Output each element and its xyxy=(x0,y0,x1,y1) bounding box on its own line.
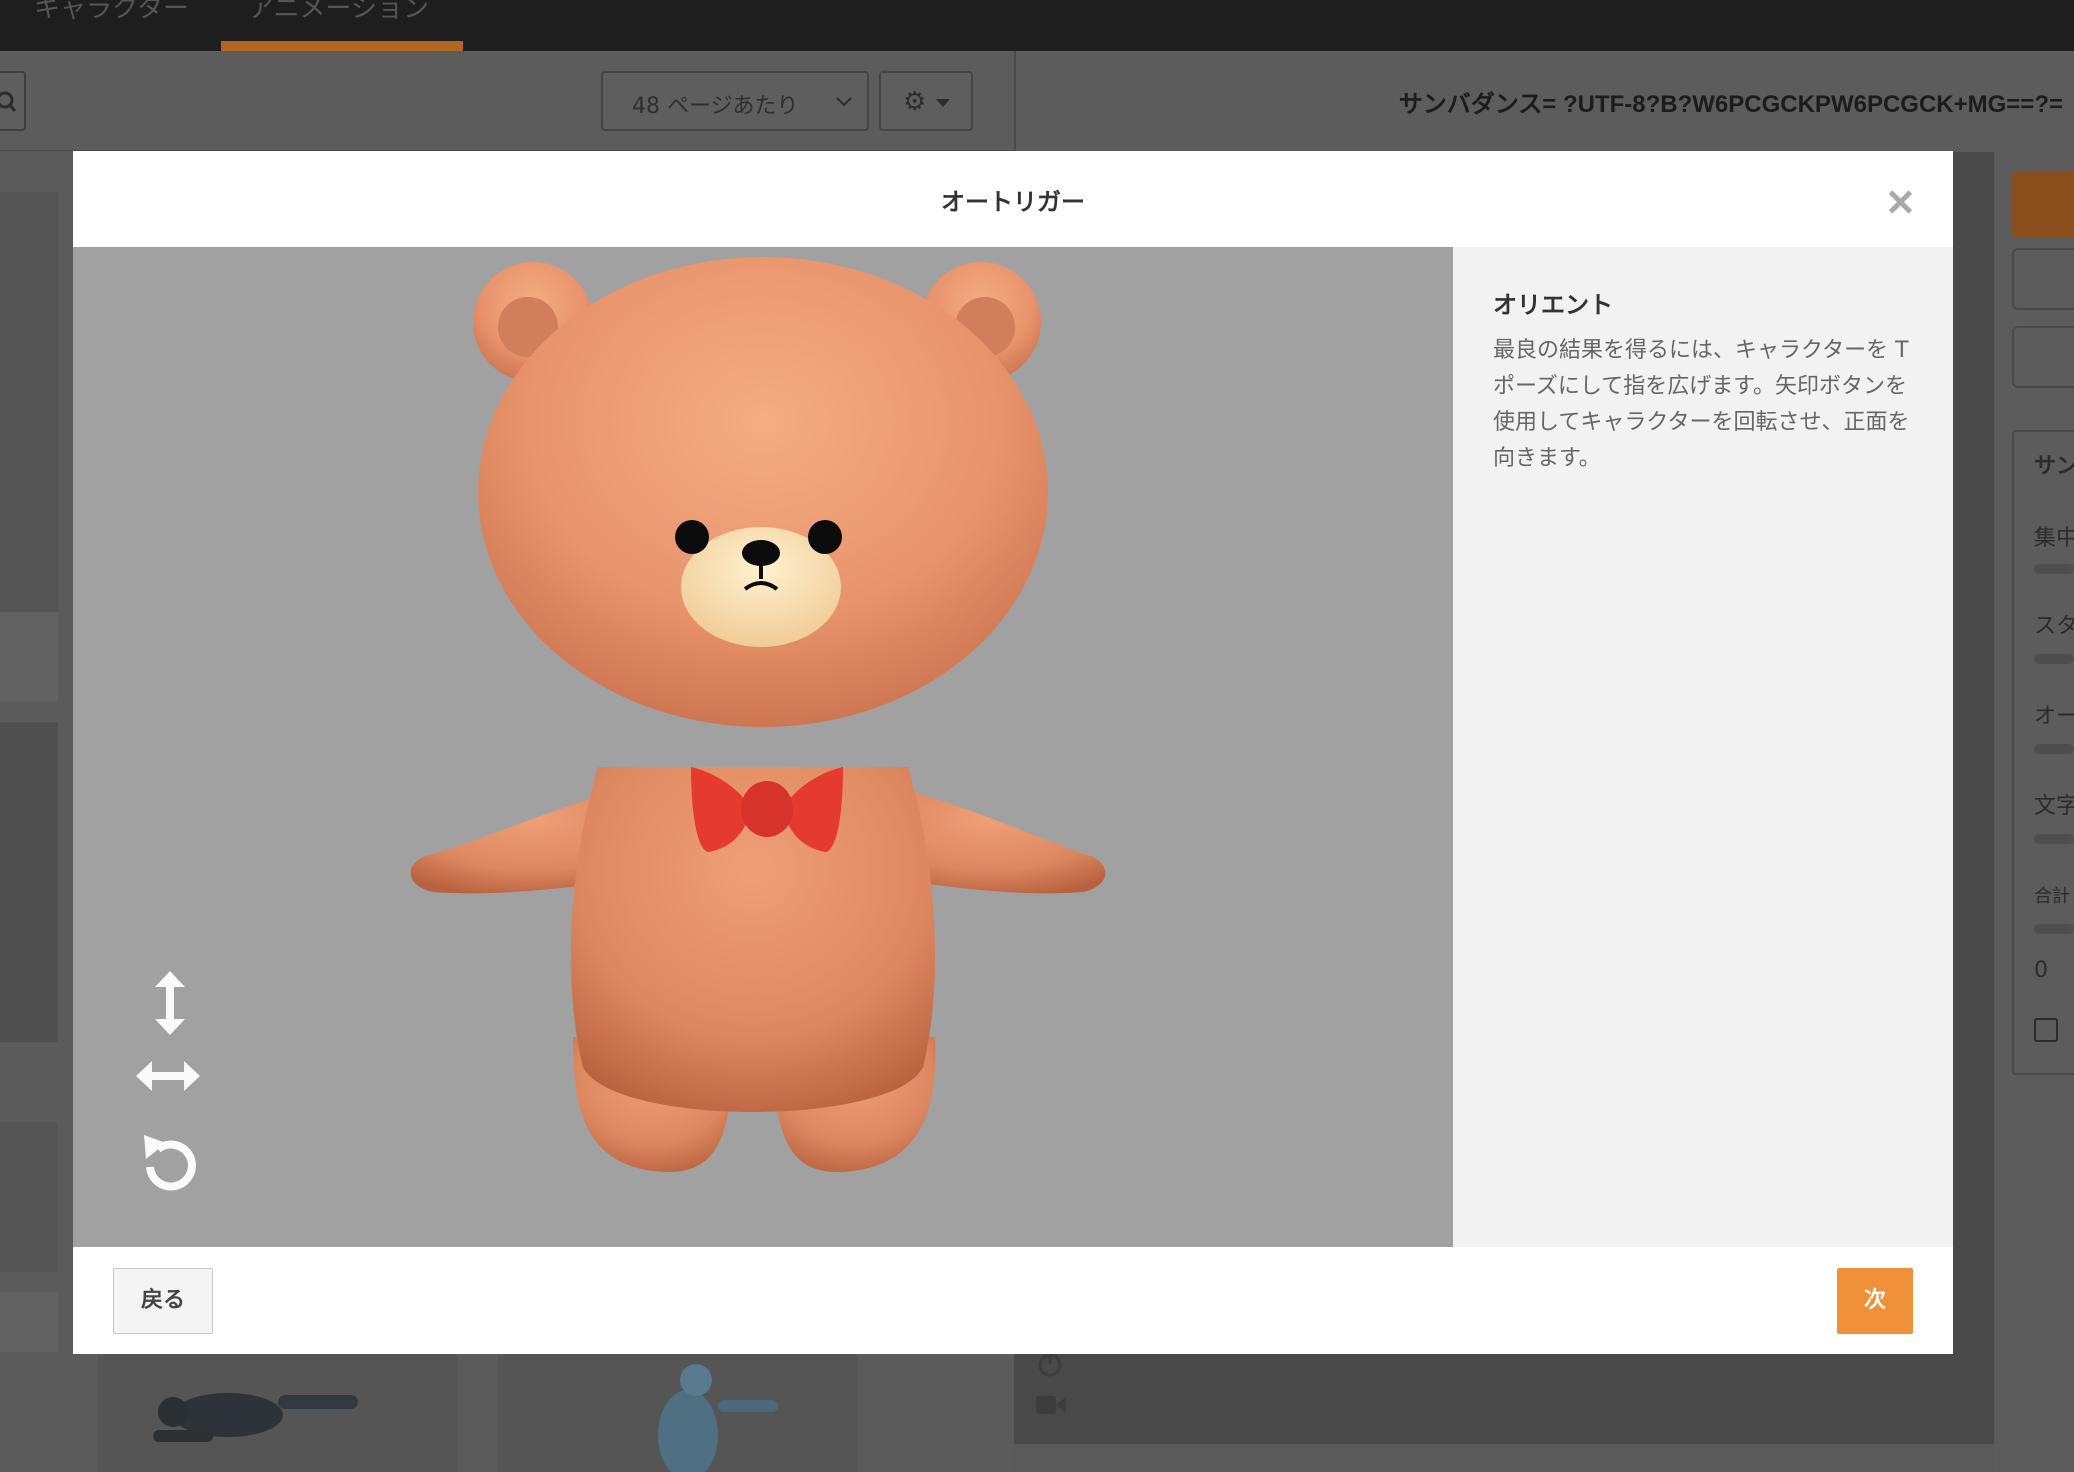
vertical-flip-icon[interactable] xyxy=(155,971,185,1035)
library-thumbnail[interactable] xyxy=(0,192,58,612)
teddy-bear-model xyxy=(410,257,1106,1173)
chevron-down-icon xyxy=(836,97,852,107)
tab-characters[interactable]: キャラクター xyxy=(34,0,189,25)
character-viewport[interactable] xyxy=(73,247,1453,1247)
auto-rigger-dialog: オートリガー オリエント 最良の結果を得るには、キャラクターを T ポーズにして… xyxy=(73,151,1953,1354)
animation-thumbnail[interactable] xyxy=(98,1340,458,1472)
tab-animations[interactable]: アニメーション xyxy=(248,0,429,25)
top-navigation-bar: キャラクター アニメーション xyxy=(0,0,2074,51)
search-icon xyxy=(0,91,17,112)
setting-slider[interactable] xyxy=(2034,564,2074,574)
library-thumbnail[interactable] xyxy=(0,722,58,1042)
search-button[interactable] xyxy=(0,71,26,131)
settings-dropdown-button[interactable]: ⚙ xyxy=(879,71,973,131)
library-thumbnail[interactable] xyxy=(0,612,58,702)
instructions-panel: オリエント 最良の結果を得るには、キャラクターを T ポーズにして指を広げます。… xyxy=(1453,247,1953,1247)
animation-thumbnail[interactable] xyxy=(498,1340,858,1472)
animation-title: サンバダンス= ?UTF-8?B?W6PCGCKPW6PCGCK+MG==?= xyxy=(1398,91,2063,118)
setting-slider[interactable] xyxy=(2034,654,2074,664)
next-button[interactable]: 次 xyxy=(1837,1268,1913,1334)
per-page-value: 48 ページあたり xyxy=(632,94,799,119)
horizontal-flip-icon[interactable] xyxy=(136,1061,200,1091)
library-thumbnail[interactable] xyxy=(0,1122,58,1272)
camera-icon[interactable] xyxy=(1036,1394,1066,1416)
close-icon[interactable] xyxy=(1887,189,1913,215)
instructions-text: 最良の結果を得るには、キャラクターを T ポーズにして指を広げます。矢印ボタンを… xyxy=(1493,338,1910,471)
caret-down-icon xyxy=(936,99,950,107)
power-icon[interactable] xyxy=(1036,1350,1064,1378)
back-button[interactable]: 戻る xyxy=(113,1268,213,1334)
rotate-icon[interactable] xyxy=(140,1135,198,1191)
secondary-action-button[interactable] xyxy=(2012,248,2074,310)
dialog-title: オートリガー xyxy=(941,188,1085,216)
dialog-footer: 戻る 次 xyxy=(73,1247,1953,1354)
setting-slider[interactable] xyxy=(2034,744,2074,754)
gear-icon: ⚙ xyxy=(903,87,927,117)
setting-label: オー xyxy=(2034,704,2074,729)
setting-label: 集中 xyxy=(2034,526,2074,551)
setting-label: スタ xyxy=(2034,614,2074,639)
per-page-select[interactable]: 48 ページあたり xyxy=(601,71,869,131)
setting-slider[interactable] xyxy=(2034,834,2074,844)
total-slider[interactable] xyxy=(2034,924,2074,934)
animation-header: サンバダンス= ?UTF-8?B?W6PCGCKPW6PCGCK+MG==?= xyxy=(1014,51,2074,151)
dialog-header: オートリガー xyxy=(73,151,1953,247)
library-toolbar: 48 ページあたり ⚙ xyxy=(0,51,1014,151)
setting-label: 文字 xyxy=(2034,794,2074,819)
total-label: 合計 xyxy=(2034,886,2070,907)
library-thumbnail[interactable] xyxy=(0,1292,58,1352)
option-checkbox[interactable] xyxy=(2034,1018,2058,1042)
active-tab-indicator xyxy=(221,41,463,51)
settings-panel-title: サン xyxy=(2034,454,2074,479)
total-value: 0 xyxy=(2034,958,2048,983)
download-button[interactable] xyxy=(2012,172,2074,238)
secondary-action-button[interactable] xyxy=(2012,326,2074,388)
instructions-title: オリエント xyxy=(1493,291,1613,319)
